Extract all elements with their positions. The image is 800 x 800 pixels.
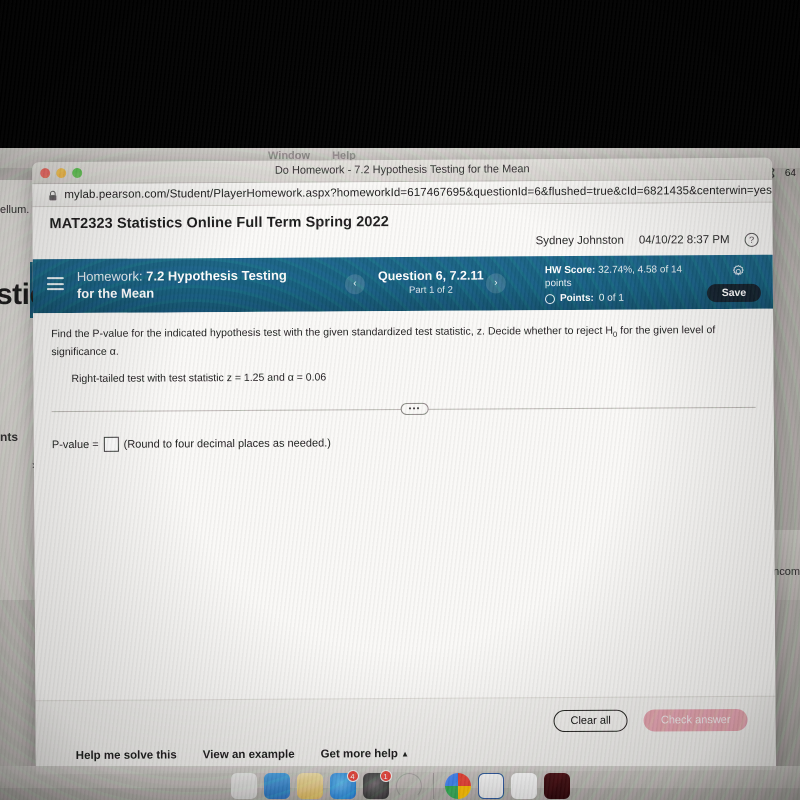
hamburger-menu-icon[interactable] bbox=[46, 277, 64, 291]
answer-hint: (Round to four decimal places as needed.… bbox=[123, 437, 331, 451]
browser-tab-title[interactable]: Do Homework - 7.2 Hypothesis Testing for… bbox=[32, 162, 772, 179]
question-footer: Help me solve this View an example Get m… bbox=[35, 695, 776, 775]
view-an-example-link[interactable]: View an example bbox=[203, 749, 295, 762]
score-box: HW Score: 32.74%, 4.58 of 14 points Poin… bbox=[545, 264, 695, 305]
points-label: Points: bbox=[559, 292, 594, 305]
app-store-badge: 4 bbox=[346, 770, 359, 782]
settings-icon[interactable]: 1 bbox=[362, 770, 392, 799]
editor-icon[interactable] bbox=[543, 773, 570, 799]
quicktime-icon[interactable] bbox=[510, 773, 537, 799]
question-prompt-part1: Find the P-value for the indicated hypot… bbox=[51, 324, 614, 341]
homework-title: Homework: 7.2 Hypothesis Testing for the… bbox=[77, 267, 302, 302]
section-divider: ••• bbox=[52, 401, 756, 417]
help-icon[interactable]: ? bbox=[744, 232, 759, 247]
points-value: 0 of 1 bbox=[598, 292, 624, 304]
previous-question-button[interactable]: ‹ bbox=[344, 274, 365, 295]
get-more-help-label: Get more help bbox=[320, 748, 398, 761]
question-body: Find the P-value for the indicated hypot… bbox=[33, 308, 776, 775]
points-row: Points: 0 of 1 bbox=[544, 292, 695, 305]
keynote-icon[interactable] bbox=[263, 773, 290, 799]
page-header: MAT2323 Statistics Online Full Term Spri… bbox=[32, 202, 776, 286]
loading-spinner-icon bbox=[395, 773, 422, 799]
check-answer-button[interactable]: Check answer bbox=[643, 708, 748, 732]
gear-icon[interactable] bbox=[731, 264, 746, 279]
photographed-screen: Window Help 64 ellum. stics nts › Incom … bbox=[0, 0, 800, 800]
app-store-icon[interactable]: 4 bbox=[329, 770, 359, 799]
next-question-button[interactable]: › bbox=[485, 273, 506, 294]
user-info-row: Sydney Johnston 04/10/22 8:37 PM ? bbox=[535, 232, 759, 248]
help-links[interactable]: Help me solve this View an example Get m… bbox=[76, 748, 409, 762]
footer-buttons[interactable]: Clear all Check answer bbox=[553, 708, 748, 733]
bg-fragment-low: nts bbox=[0, 430, 18, 444]
chrome-icon[interactable] bbox=[444, 773, 471, 799]
question-given: Right-tailed test with test statistic z … bbox=[71, 371, 327, 386]
photos-icon[interactable] bbox=[296, 773, 323, 799]
question-part: Part 1 of 2 bbox=[408, 284, 453, 296]
question-prompt: Find the P-value for the indicated hypot… bbox=[51, 323, 755, 360]
hw-score-line: HW Score: 32.74%, 4.58 of 14 points bbox=[545, 264, 695, 290]
word-icon[interactable] bbox=[477, 773, 504, 799]
course-title: MAT2323 Statistics Online Full Term Spri… bbox=[49, 214, 389, 233]
expand-ellipsis-button[interactable]: ••• bbox=[400, 402, 429, 416]
lock-icon bbox=[49, 190, 57, 200]
bg-fragment-top: ellum. bbox=[0, 204, 30, 216]
question-info: Question 6, 7.2.11 Part 1 of 2 bbox=[371, 268, 491, 296]
settings-badge: 1 bbox=[379, 770, 392, 782]
question-title: Question 6, 7.2.11 bbox=[377, 268, 484, 284]
homework-toolbar: Homework: 7.2 Hypothesis Testing for the… bbox=[32, 254, 774, 314]
hw-score-label: HW Score: bbox=[544, 264, 596, 277]
homework-page: MAT2323 Statistics Online Full Term Spri… bbox=[32, 202, 776, 775]
clear-all-button[interactable]: Clear all bbox=[553, 709, 628, 733]
url-text[interactable]: mylab.pearson.com/Student/PlayerHomework… bbox=[64, 185, 772, 201]
browser-window[interactable]: Do Homework - 7.2 Hypothesis Testing for… bbox=[32, 157, 776, 775]
circle-empty-icon bbox=[544, 294, 556, 305]
answer-label: P-value = bbox=[51, 438, 99, 451]
pvalue-input[interactable] bbox=[103, 436, 119, 452]
timestamp: 04/10/22 8:37 PM bbox=[638, 234, 730, 247]
dock-divider bbox=[432, 773, 434, 799]
homework-label: Homework: bbox=[76, 268, 143, 284]
user-name: Sydney Johnston bbox=[535, 234, 624, 248]
answer-row: P-value = (Round to four decimal places … bbox=[52, 433, 756, 452]
numbers-icon[interactable] bbox=[230, 773, 257, 799]
get-more-help-link[interactable]: Get more help ▲ bbox=[320, 748, 410, 761]
battery-percentage[interactable]: 64 bbox=[785, 168, 796, 179]
macos-dock[interactable]: 4 1 bbox=[0, 766, 800, 800]
caret-up-icon: ▲ bbox=[401, 749, 410, 759]
save-button[interactable]: Save bbox=[706, 283, 762, 303]
help-me-solve-this-link[interactable]: Help me solve this bbox=[76, 749, 177, 762]
